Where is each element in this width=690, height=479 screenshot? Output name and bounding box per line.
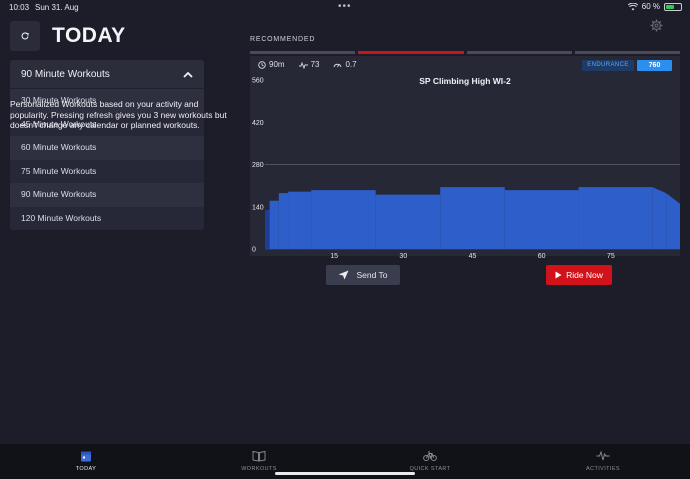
x-tick-label: 30: [399, 253, 407, 260]
workout-interval: [311, 190, 376, 249]
workout-interval: [278, 193, 289, 249]
recommended-label: RECOMMENDED: [250, 36, 316, 43]
chevron-up-icon[interactable]: [183, 71, 193, 78]
send-to-button[interactable]: Send To: [326, 265, 400, 285]
recommended-tab-2[interactable]: [358, 51, 464, 54]
workout-interval: [578, 187, 653, 249]
bicycle-icon: [423, 451, 437, 462]
nav-activities[interactable]: ACTIVITIES: [563, 450, 643, 472]
nav-workouts-label: WORKOUTS: [241, 466, 277, 472]
dropdown-option[interactable]: 75 Minute Workouts: [10, 159, 204, 183]
workout-profile-chart: 014028042056015 30 45 60 75: [252, 78, 680, 260]
category-badge: ENDURANCE: [582, 60, 634, 71]
ride-now-label: Ride Now: [566, 270, 603, 280]
workout-stats: 90m 73 0.7: [258, 60, 357, 69]
gauge-icon: [334, 63, 342, 68]
recommendation-description: Personalized Workouts based on your acti…: [10, 99, 227, 130]
send-icon: [338, 270, 349, 280]
calendar-icon: [81, 451, 91, 462]
x-tick-label: 15: [330, 253, 338, 260]
y-tick-label: 420: [252, 120, 264, 127]
dropdown-option[interactable]: 120 Minute Workouts: [10, 206, 204, 230]
status-time: 10:03: [9, 3, 30, 12]
x-tick-label: 45: [469, 253, 477, 260]
x-tick-label: 75: [607, 253, 615, 260]
workout-interval: [269, 200, 279, 249]
duration-stat: 90m: [258, 60, 285, 69]
clock-icon: [258, 60, 266, 69]
workout-interval: [504, 190, 579, 249]
status-date: Sun 31. Aug: [35, 3, 79, 12]
ride-now-button[interactable]: Ride Now: [546, 265, 612, 285]
intensity-value: 0.7: [345, 60, 357, 69]
wifi-icon: [627, 2, 638, 10]
book-icon: [252, 450, 266, 462]
duration-dropdown[interactable]: 90 Minute Workouts 30 Minute Workouts 45…: [10, 60, 204, 230]
y-tick-label: 0: [252, 247, 256, 254]
duration-value: 90m: [269, 60, 285, 69]
pulse-icon: [596, 450, 610, 461]
multitask-dots-icon[interactable]: •••: [338, 1, 352, 12]
dropdown-option[interactable]: 60 Minute Workouts: [10, 136, 204, 160]
workout-interval: [375, 194, 441, 249]
workout-interval: [652, 187, 667, 249]
battery-fill: [666, 4, 675, 9]
workout-interval: [440, 187, 505, 249]
recommended-tab-1[interactable]: [250, 51, 356, 54]
nav-today[interactable]: TODAY: [46, 450, 126, 472]
recommended-tab-4[interactable]: [574, 51, 680, 54]
y-tick-label: 140: [252, 204, 264, 211]
pulse-icon: [298, 61, 308, 69]
workout-interval: [288, 191, 312, 249]
nav-today-label: TODAY: [75, 466, 97, 472]
status-right: 60 %: [627, 2, 682, 11]
intensity-stat: 0.7: [333, 60, 357, 69]
nav-workouts[interactable]: WORKOUTS: [219, 450, 299, 472]
workout-interval: [265, 209, 270, 249]
tss-stat: 73: [298, 60, 320, 69]
send-to-label: Send To: [356, 270, 388, 280]
recommended-tab-3[interactable]: [466, 51, 572, 54]
score-badge: 760: [637, 60, 672, 71]
battery-percent: 60 %: [641, 2, 660, 11]
refresh-button[interactable]: [10, 21, 40, 51]
workout-interval: [666, 193, 680, 249]
play-icon: [555, 271, 562, 279]
dropdown-option[interactable]: 90 Minute Workouts: [10, 183, 204, 207]
tss-value: 73: [310, 60, 320, 69]
gear-icon[interactable]: [650, 19, 663, 32]
nav-quick-start[interactable]: QUICK START: [390, 450, 470, 472]
home-indicator[interactable]: [275, 472, 415, 475]
dropdown-header[interactable]: 90 Minute Workouts: [10, 60, 204, 89]
status-bar: 10:03 Sun 31. Aug ••• 60 %: [0, 0, 690, 14]
dropdown-selected-value: 90 Minute Workouts: [21, 68, 110, 80]
page-title: TODAY: [52, 24, 126, 47]
y-tick-label: 280: [252, 162, 264, 169]
nav-quick-start-label: QUICK START: [409, 466, 451, 472]
refresh-icon: [21, 32, 29, 40]
x-tick-label: 60: [538, 253, 546, 260]
battery-icon: [664, 2, 682, 11]
workout-title: SP Climbing High WI-2: [419, 76, 511, 86]
nav-activities-label: ACTIVITIES: [586, 466, 620, 472]
recommended-tabs: [250, 51, 680, 54]
